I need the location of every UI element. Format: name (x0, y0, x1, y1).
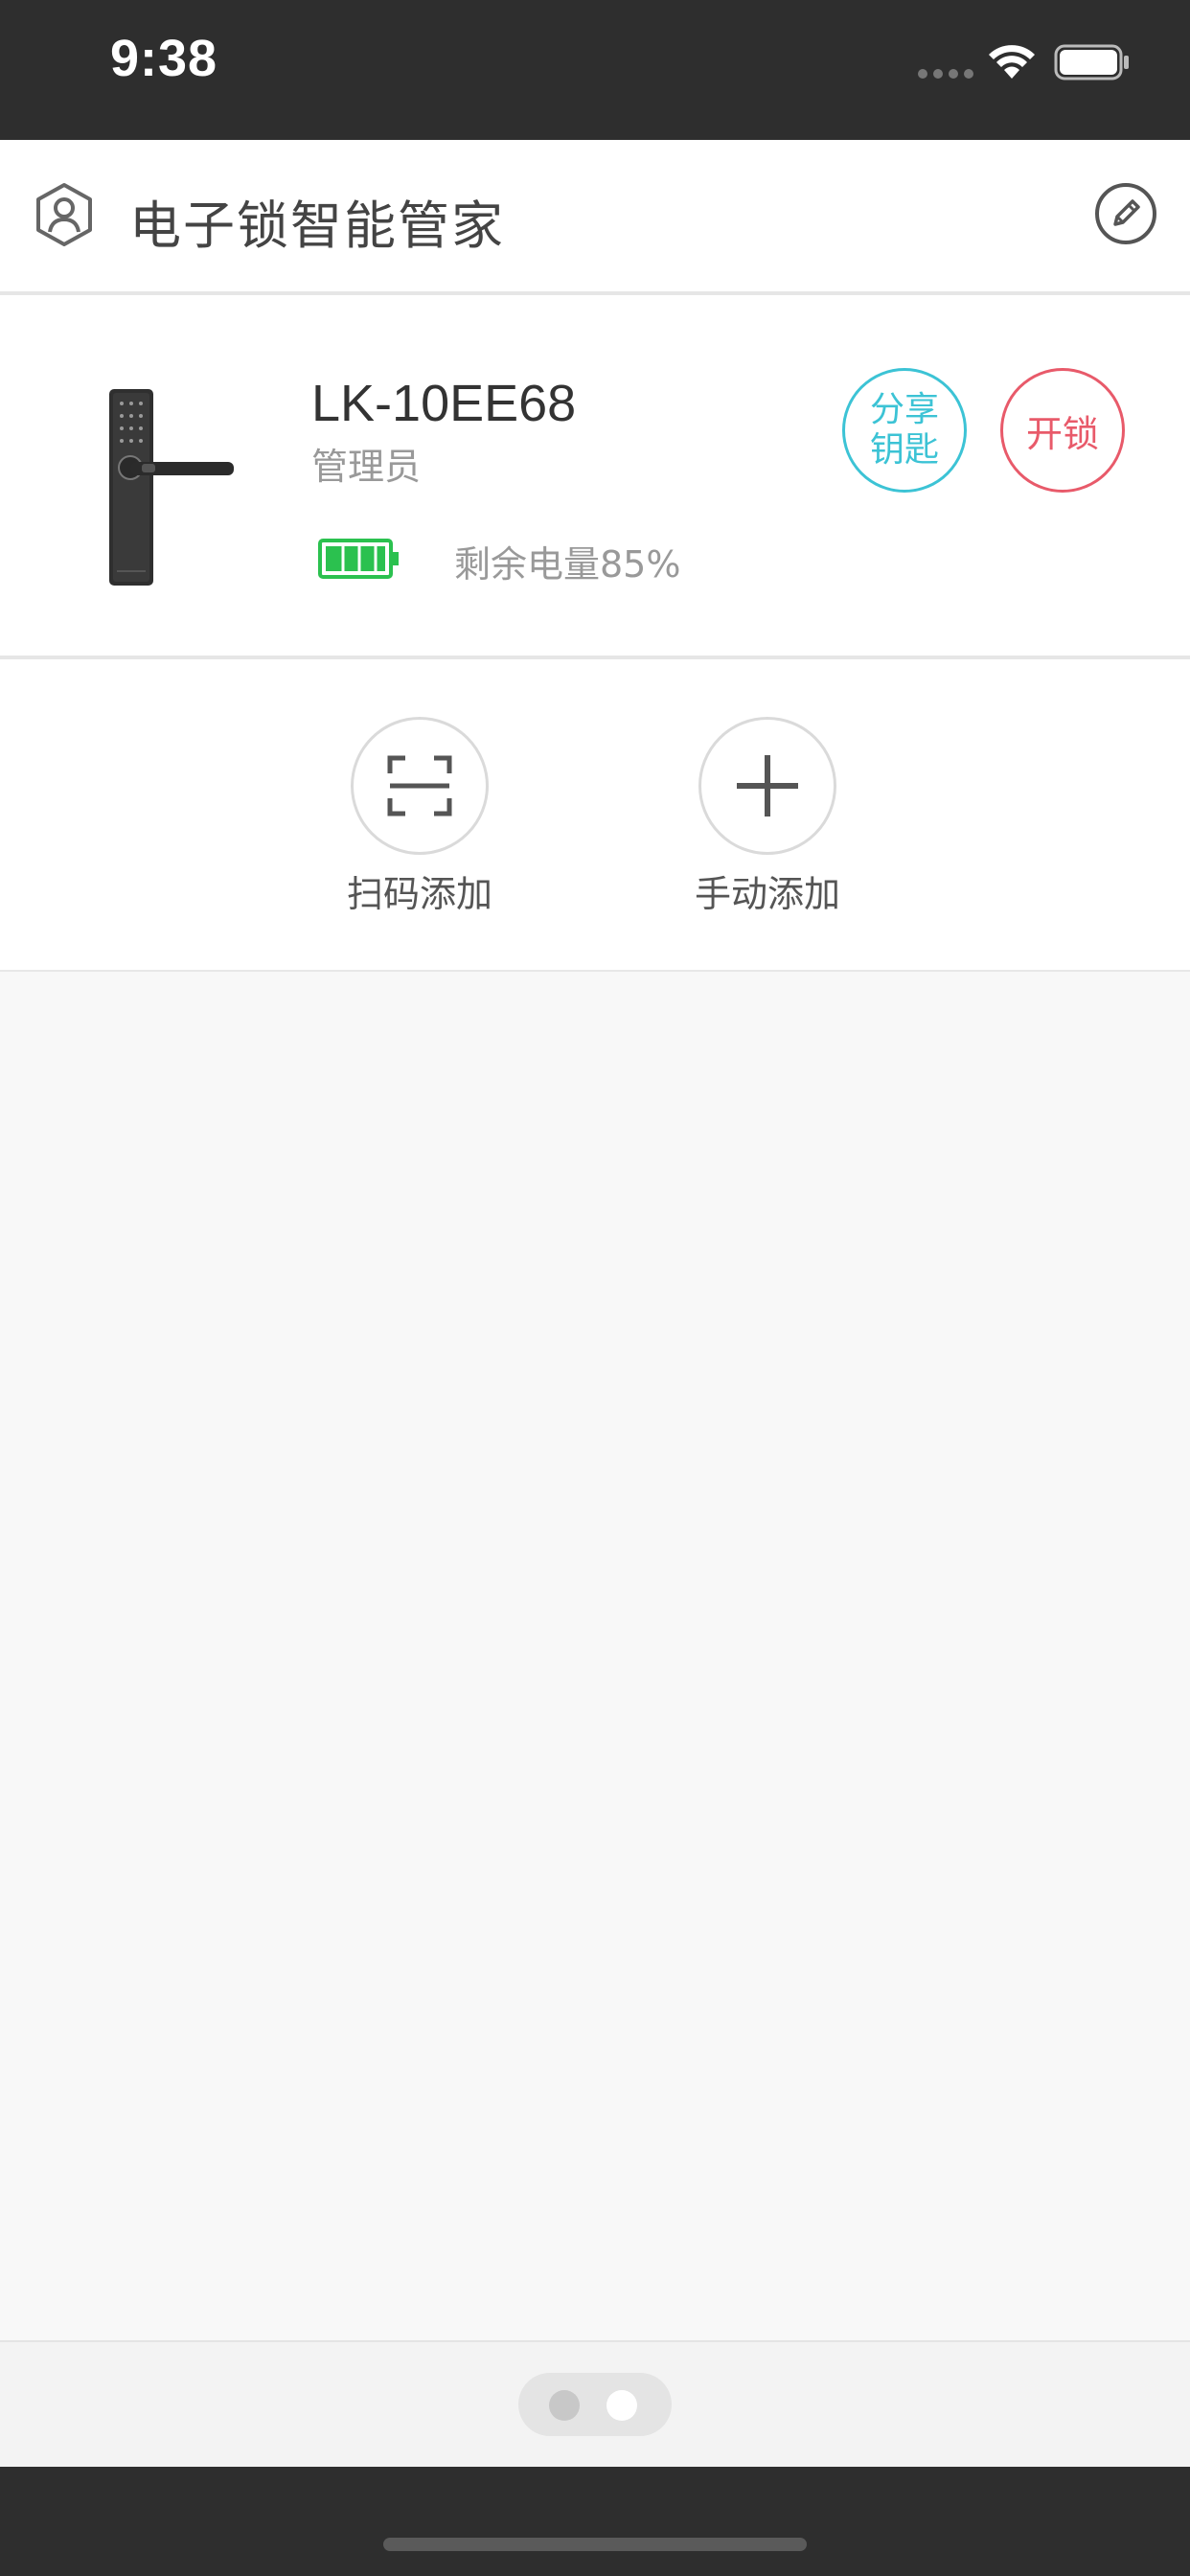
scan-add-circle[interactable] (351, 717, 489, 855)
bottom-safe-area (0, 2467, 1190, 2576)
app-screen: 9:38 电子锁智能管家 LK-10EE68 管理员 剩余电量85% 分享 钥匙… (0, 0, 1190, 2576)
page-indicator[interactable] (518, 2373, 672, 2436)
scan-icon (387, 755, 452, 816)
pencil-icon (1095, 183, 1156, 244)
device-name: LK-10EE68 (311, 375, 577, 432)
status-bar: 9:38 (0, 0, 1190, 140)
edit-button[interactable] (1094, 182, 1157, 245)
status-time: 9:38 (110, 30, 218, 87)
scan-add-button[interactable]: 扫码添加 (324, 717, 515, 917)
page-title: 电子锁智能管家 (129, 196, 505, 256)
page-dot-2[interactable] (606, 2390, 637, 2421)
device-role: 管理员 (311, 446, 422, 488)
page-indicator-bar (0, 2340, 1190, 2469)
manual-add-label: 手动添加 (694, 873, 840, 915)
manual-add-button[interactable]: 手动添加 (672, 717, 863, 917)
profile-button[interactable] (34, 182, 94, 247)
unlock-label: 开锁 (1025, 412, 1099, 455)
wifi-icon (989, 45, 1035, 79)
manual-add-circle[interactable] (698, 717, 836, 855)
home-indicator[interactable] (383, 2538, 807, 2551)
user-shield-icon (36, 183, 92, 246)
share-key-label-line2: 钥匙 (869, 430, 939, 470)
battery-status-text: 剩余电量85% (454, 543, 681, 586)
page-dot-1[interactable] (549, 2390, 580, 2421)
status-battery-icon (1054, 44, 1129, 80)
share-key-button[interactable]: 分享 钥匙 (842, 368, 967, 493)
app-header: 电子锁智能管家 (0, 140, 1190, 295)
device-card[interactable]: LK-10EE68 管理员 剩余电量85% 分享 钥匙 开锁 (0, 295, 1190, 659)
scan-add-label: 扫码添加 (346, 873, 492, 915)
plus-icon (737, 755, 798, 816)
add-device-panel: 扫码添加 手动添加 (0, 659, 1190, 972)
battery-level-icon (318, 539, 399, 579)
door-lock-image (109, 389, 234, 586)
unlock-button[interactable]: 开锁 (1000, 368, 1125, 493)
share-key-label-line1: 分享 (869, 390, 939, 429)
signal-icon (918, 69, 973, 79)
